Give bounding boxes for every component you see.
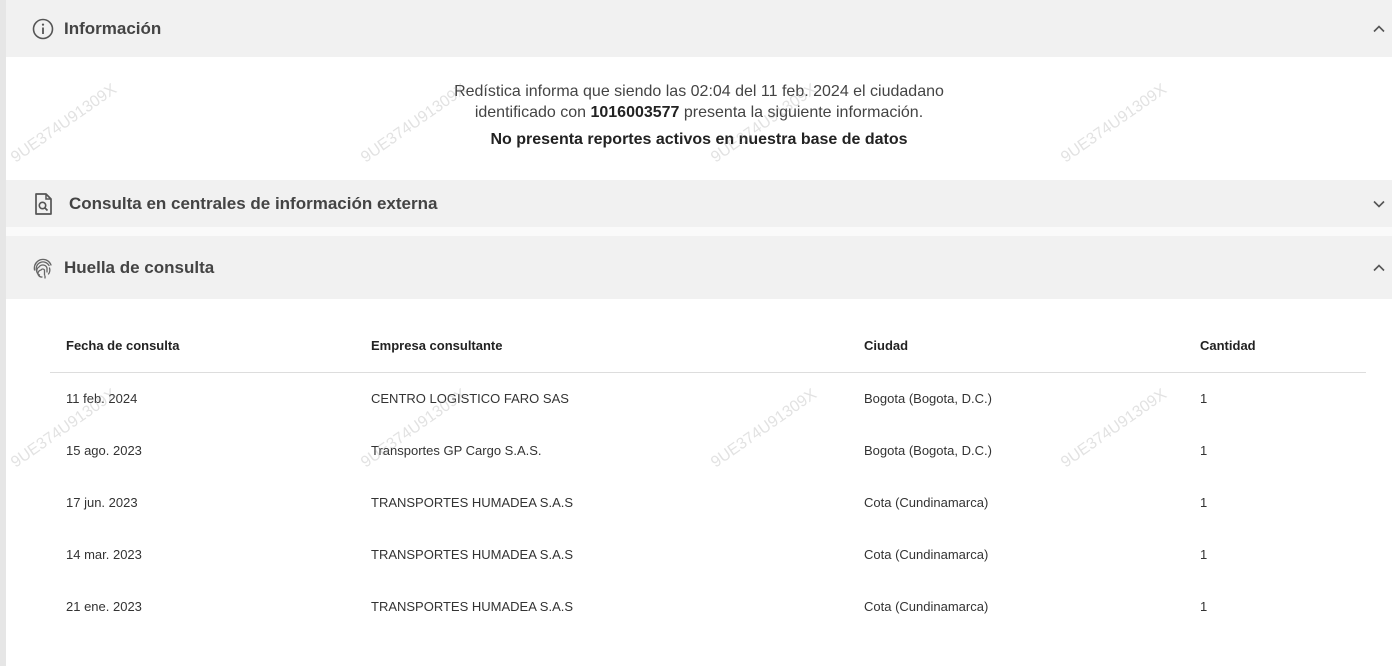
cell-fecha: 11 feb. 2024 [66, 391, 138, 406]
cell-ciudad: Bogota (Bogota, D.C.) [864, 443, 992, 458]
info-line2-prefix: identificado con [474, 104, 591, 121]
table-row: 17 jun. 2023 TRANSPORTES HUMADEA S.A.S C… [50, 477, 1366, 529]
section-title-consulta-externa: Consulta en centrales de información ext… [69, 193, 438, 213]
info-statement-line1: Redística informa que siendo las 02:04 d… [454, 83, 944, 100]
cell-empresa: Transportes GP Cargo S.A.S. [371, 443, 542, 458]
table-row: 11 feb. 2024 CENTRO LOGISTICO FARO SAS B… [50, 373, 1366, 425]
table-row: 15 ago. 2023 Transportes GP Cargo S.A.S.… [50, 425, 1366, 477]
cell-empresa: TRANSPORTES HUMADEA S.A.S [371, 599, 574, 614]
no-reports-message: No presenta reportes activos en nuestra … [490, 131, 908, 148]
section-title-informacion: Información [64, 18, 162, 38]
column-header-fecha: Fecha de consulta [66, 338, 180, 353]
cell-cantidad: 1 [1200, 443, 1208, 458]
cell-fecha: 17 jun. 2023 [66, 495, 138, 510]
section-header-informacion[interactable]: Información [6, 0, 1392, 57]
cell-ciudad: Cota (Cundinamarca) [864, 599, 989, 614]
consultation-table: Fecha de consulta Empresa consultante Ci… [50, 300, 1366, 633]
info-statement-line2: identificado con 1016003577 presenta la … [6, 102, 1392, 123]
cell-ciudad: Cota (Cundinamarca) [864, 495, 989, 510]
table-row: 14 mar. 2023 TRANSPORTES HUMADEA S.A.S C… [50, 529, 1366, 581]
info-circle-icon [31, 17, 55, 41]
cell-cantidad: 1 [1200, 547, 1208, 562]
chevron-down-icon[interactable] [1372, 197, 1386, 211]
table-header-row: Fecha de consulta Empresa consultante Ci… [50, 300, 1366, 373]
cell-ciudad: Cota (Cundinamarca) [864, 547, 989, 562]
column-header-empresa: Empresa consultante [371, 338, 503, 353]
cell-fecha: 14 mar. 2023 [66, 547, 142, 562]
cell-ciudad: Bogota (Bogota, D.C.) [864, 391, 992, 406]
column-header-cantidad: Cantidad [1200, 338, 1256, 353]
chevron-up-icon[interactable] [1372, 261, 1386, 275]
cell-empresa: TRANSPORTES HUMADEA S.A.S [371, 495, 574, 510]
cell-cantidad: 1 [1200, 391, 1208, 406]
section-separator [6, 227, 1392, 236]
cell-cantidad: 1 [1200, 599, 1208, 614]
cell-cantidad: 1 [1200, 495, 1208, 510]
info-line2-suffix: presenta la siguiente información. [679, 104, 924, 121]
section-title-huella: Huella de consulta [64, 257, 215, 277]
informacion-content: Redística informa que siendo las 02:04 d… [6, 57, 1392, 180]
cell-fecha: 21 ene. 2023 [66, 599, 142, 614]
section-header-consulta-externa[interactable]: Consulta en centrales de información ext… [6, 180, 1392, 227]
chevron-up-icon[interactable] [1372, 22, 1386, 36]
cell-fecha: 15 ago. 2023 [66, 443, 142, 458]
citizen-id-number: 1016003577 [590, 104, 680, 121]
column-header-ciudad: Ciudad [864, 338, 909, 353]
table-row: 21 ene. 2023 TRANSPORTES HUMADEA S.A.S C… [50, 581, 1366, 633]
document-search-icon [31, 192, 55, 216]
section-header-huella[interactable]: Huella de consulta [6, 236, 1392, 299]
cell-empresa: TRANSPORTES HUMADEA S.A.S [371, 547, 574, 562]
fingerprint-icon [31, 256, 55, 280]
cell-empresa: CENTRO LOGISTICO FARO SAS [371, 391, 569, 406]
